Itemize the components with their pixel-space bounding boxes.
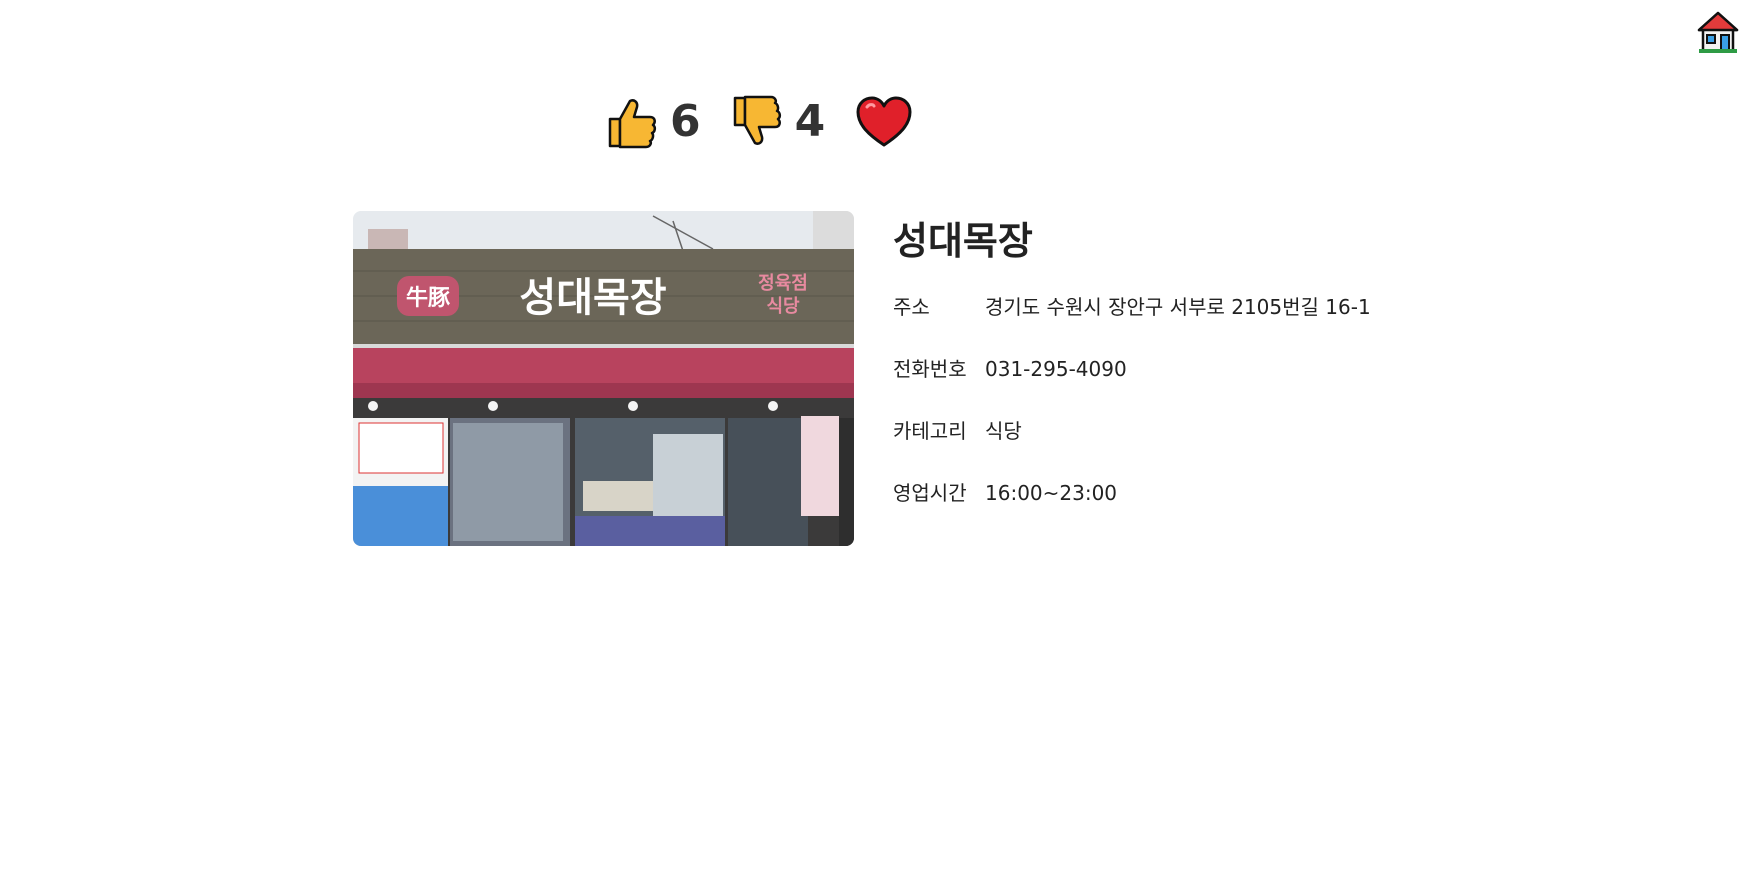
home-button[interactable] [1697,10,1739,54]
favorite-button[interactable] [855,95,913,149]
phone-value: 031-295-4090 [985,357,1127,381]
hours-label: 영업시간 [893,481,967,505]
sign-side-top: 정육점 [758,273,808,294]
dislike-count: 4 [794,96,826,147]
house-icon [1697,11,1739,53]
restaurant-photo: 牛豚 성대목장 정육점 식당 [353,211,854,546]
info-table: 주소 경기도 수원시 장안구 서부로 2105번길 16-1 전화번호 031-… [893,276,1377,524]
sign-side-bottom: 식당 [766,296,800,317]
category-value: 식당 [985,419,1022,443]
sign-badge-text: 牛豚 [406,285,450,311]
restaurant-info: 성대목장 주소 경기도 수원시 장안구 서부로 2105번길 16-1 전화번호… [893,214,1383,524]
phone-label: 전화번호 [893,357,967,381]
like-count: 6 [670,96,701,147]
restaurant-name: 성대목장 [893,219,1033,263]
address-value: 경기도 수원시 장안구 서부로 2105번길 16-1 [985,295,1371,319]
dislike-button[interactable]: 4 [731,95,856,149]
thumbs-up-icon [608,99,657,149]
like-button[interactable]: 6 [606,95,731,149]
info-row-hours: 영업시간 16:00~23:00 [893,462,1377,524]
info-row-address: 주소 경기도 수원시 장안구 서부로 2105번길 16-1 [893,276,1377,338]
category-label: 카테고리 [893,419,967,443]
hours-value: 16:00~23:00 [985,481,1118,505]
sign-main-text: 성대목장 [519,275,666,321]
thumbs-down-icon [733,95,781,145]
reaction-bar: 6 4 [606,94,913,150]
info-row-category: 카테고리 식당 [893,400,1377,462]
info-row-phone: 전화번호 031-295-4090 [893,338,1377,400]
heart-icon [856,96,912,147]
address-label: 주소 [893,295,930,319]
